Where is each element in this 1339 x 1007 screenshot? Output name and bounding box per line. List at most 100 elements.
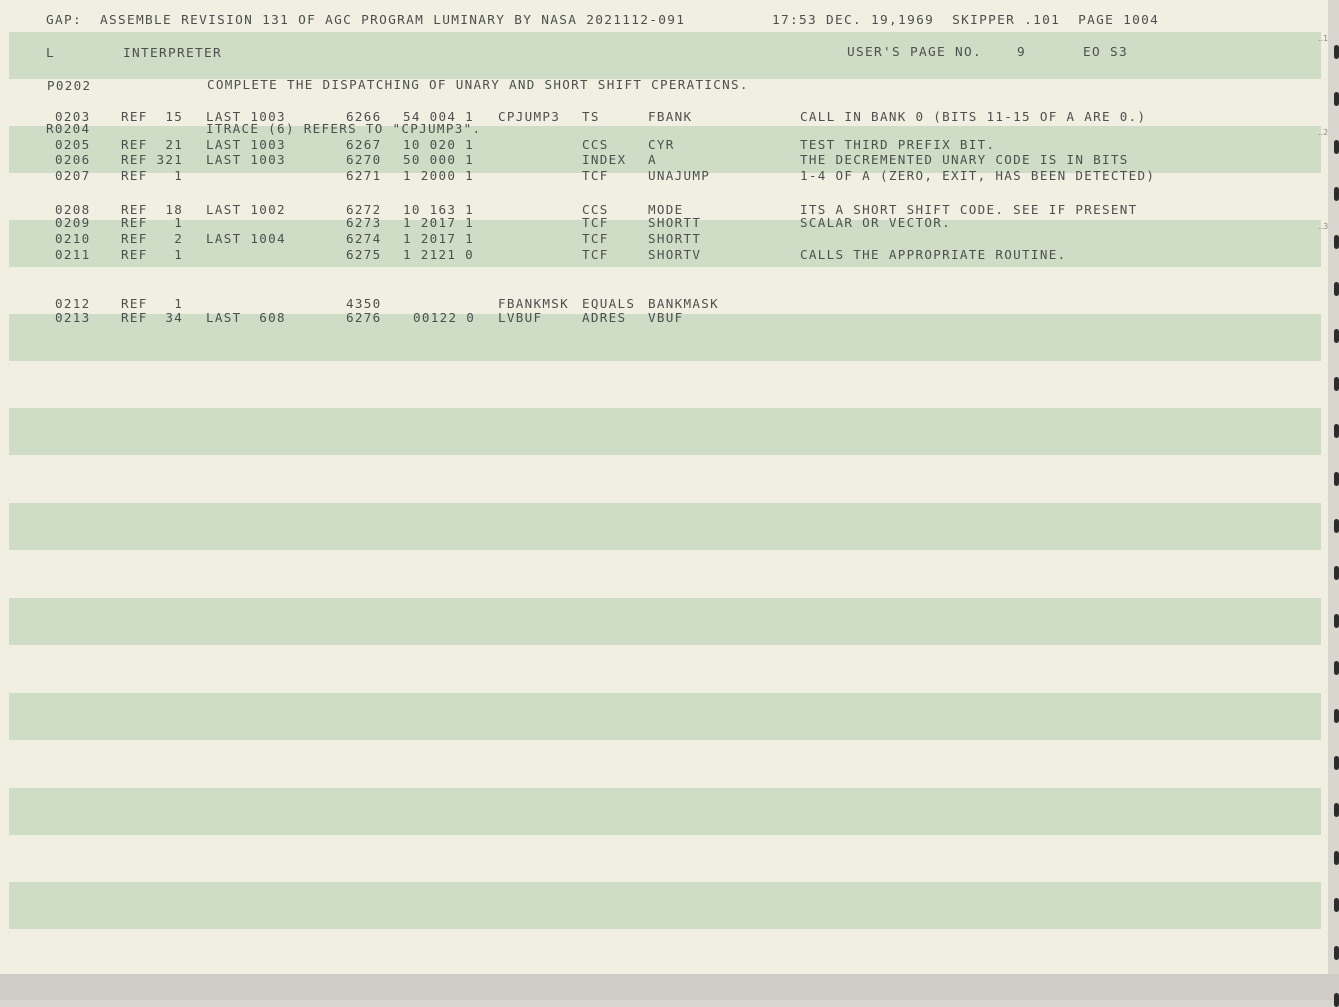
listing-id: 0207 <box>55 168 91 183</box>
listing-label: CPJUMP3 <box>498 109 561 124</box>
listing-ref: REF 21 <box>121 137 184 152</box>
sprocket-hole <box>1334 661 1339 676</box>
listing-label: LVBUF <box>498 310 543 325</box>
listing-last: LAST 608 <box>206 310 286 325</box>
users-page-label: USER'S PAGE NO. <box>847 45 983 60</box>
sprocket-hole <box>1334 613 1339 628</box>
listing-addr: 6271 <box>346 168 382 183</box>
sprocket-hole <box>1334 234 1339 249</box>
listing-id: 0212 <box>55 296 91 311</box>
printout-page: GAP: ASSEMBLE REVISION 131 OF AGC PROGRA… <box>0 0 1328 974</box>
listing-last: LAST 1002 <box>206 202 286 217</box>
sprocket-hole <box>1334 139 1339 154</box>
listing-addr: 4350 <box>346 296 382 311</box>
listing-label: FBANKMSK <box>498 296 570 311</box>
listing-id: 0206 <box>55 152 91 167</box>
listing-ref: REF 15 <box>121 109 184 124</box>
listing-operand: SHORTT <box>648 215 702 230</box>
listing-operand: SHORTT <box>648 231 702 246</box>
sprocket-hole <box>1334 329 1339 344</box>
listing-comment: THE DECREMENTED UNARY CODE IS IN BITS <box>800 152 1129 167</box>
greenbar-band <box>9 503 1321 550</box>
sprocket-hole <box>1334 803 1339 818</box>
sprocket-hole <box>1334 187 1339 202</box>
listing-operand: BANKMASK <box>648 296 720 311</box>
sprocket-hole <box>1334 471 1339 486</box>
listing-operand: A <box>648 152 657 167</box>
listing-code: 50 000 1 <box>403 152 475 167</box>
listing-comment: SCALAR OR VECTOR. <box>800 215 951 230</box>
listing-ref: REF 1 <box>121 168 184 183</box>
listing-comment: CALL IN BANK 0 (BITS 11-15 OF A ARE 0.) <box>800 109 1147 124</box>
margin-mark: ..3 <box>1318 222 1328 231</box>
listing-last: LAST 1003 <box>206 152 286 167</box>
sprocket-hole <box>1334 945 1339 960</box>
listing-id: 0210 <box>55 231 91 246</box>
listing-ref: REF 1 <box>121 215 184 230</box>
listing-op: TCF <box>582 168 609 183</box>
listing-operand: FBANK <box>648 109 693 124</box>
listing-op: TCF <box>582 247 609 262</box>
section-code: EO S3 <box>1083 45 1129 60</box>
listing-id: 0211 <box>55 247 91 262</box>
listing-op: CCS <box>582 137 609 152</box>
listing-operand: CYR <box>648 137 675 152</box>
listing-op: TCF <box>582 215 609 230</box>
sprocket-hole <box>1334 282 1339 296</box>
listing-op: TCF <box>582 231 609 246</box>
sprocket-hole <box>1334 376 1339 391</box>
listing-id: 0205 <box>55 137 91 152</box>
header-right: 17:53 DEC. 19,1969 SKIPPER .101 PAGE 100… <box>772 13 1160 28</box>
greenbar-band <box>9 408 1321 455</box>
margin-mark: ..2 <box>1318 128 1328 137</box>
listing-op: EQUALS <box>582 296 636 311</box>
listing-code: 10 020 1 <box>403 137 475 152</box>
sprocket-hole <box>1334 898 1339 913</box>
greenbar-band <box>9 598 1321 645</box>
sprocket-hole <box>1334 519 1339 533</box>
greenbar-band <box>9 882 1321 929</box>
listing-last: LAST 1004 <box>206 231 286 246</box>
listing-id: 0213 <box>55 310 91 325</box>
listing-comment: CALLS THE APPROPRIATE ROUTINE. <box>800 247 1067 262</box>
sprocket-hole <box>1334 566 1339 581</box>
listing-addr: 6273 <box>346 215 382 230</box>
sprocket-hole <box>1334 45 1339 59</box>
sprocket-hole <box>1334 424 1339 439</box>
listing-op: INDEX <box>582 152 627 167</box>
listing-id: 0209 <box>55 215 91 230</box>
comment-line-text: COMPLETE THE DISPATCHING OF UNARY AND SH… <box>207 77 749 92</box>
listing-last: LAST 1003 <box>206 137 286 152</box>
users-page-number: 9 <box>1017 45 1027 60</box>
listing-addr: 6274 <box>346 231 382 246</box>
listing-ref: REF 1 <box>121 296 184 311</box>
comment-line-id: P0202 <box>47 78 92 93</box>
listing-addr: 6276 <box>346 310 382 325</box>
listing-addr: 6267 <box>346 137 382 152</box>
listing-last: ITRACE (6) REFERS TO "CPJUMP3". <box>206 121 482 136</box>
listing-comment: 1-4 OF A (ZERO, EXIT, HAS BEEN DETECTED) <box>800 168 1156 183</box>
sprocket-hole <box>1334 993 1339 1007</box>
listing-op: ADRES <box>582 310 627 325</box>
listing-ref: REF 34 <box>121 310 184 325</box>
listing-ref: REF 321 <box>121 152 184 167</box>
listing-code: 00122 0 <box>413 310 476 325</box>
listing-ref: REF 1 <box>121 247 184 262</box>
listing-code: 1 2000 1 <box>403 168 475 183</box>
listing-addr: 6275 <box>346 247 382 262</box>
listing-comment: TEST THIRD PREFIX BIT. <box>800 137 996 152</box>
listing-code: 1 2121 0 <box>403 247 475 262</box>
header-left: GAP: ASSEMBLE REVISION 131 OF AGC PROGRA… <box>46 13 686 28</box>
listing-addr: 6270 <box>346 152 382 167</box>
sprocket-hole <box>1334 708 1339 723</box>
sprocket-hole <box>1334 92 1339 107</box>
listing-operand: SHORTV <box>648 247 702 262</box>
listing-op: TS <box>582 109 600 124</box>
listing-operand: VBUF <box>648 310 684 325</box>
scanner-background <box>0 974 1339 1000</box>
listing-code: 1 2017 1 <box>403 231 475 246</box>
sprocket-hole <box>1334 850 1339 865</box>
section-title: INTERPRETER <box>123 46 223 61</box>
greenbar-band <box>9 788 1321 835</box>
listing-operand: UNAJUMP <box>648 168 711 183</box>
